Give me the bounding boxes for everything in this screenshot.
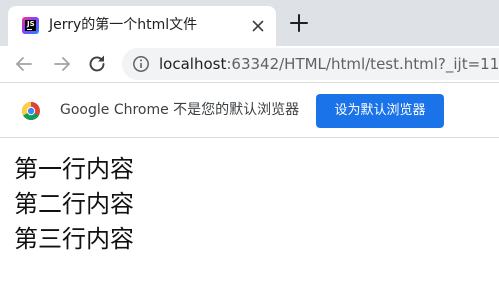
- content-line: 第一行内容: [14, 155, 134, 183]
- url-rest: :63342/HTML/html/test.html?_ijt=11m: [226, 55, 499, 73]
- info-icon[interactable]: [132, 55, 150, 73]
- active-tab[interactable]: JS Jerry的第一个html文件: [8, 6, 276, 46]
- page-content: 第一行内容 第二行内容 第三行内容: [14, 152, 134, 257]
- url-text[interactable]: localhost:63342/HTML/html/test.html?_ijt…: [159, 54, 499, 74]
- content-line: 第二行内容: [14, 190, 134, 218]
- address-bar[interactable]: localhost:63342/HTML/html/test.html?_ijt…: [122, 48, 499, 80]
- infobar-message: Google Chrome 不是您的默认浏览器: [60, 102, 300, 118]
- jetbrains-icon: JS: [22, 17, 39, 34]
- reload-icon[interactable]: [84, 51, 110, 77]
- content-line: 第三行内容: [14, 225, 134, 253]
- plus-icon[interactable]: [288, 12, 310, 34]
- favicon-text: JS: [27, 20, 35, 28]
- url-host: localhost: [159, 55, 227, 73]
- arrow-left-icon[interactable]: [11, 51, 37, 77]
- favicon-inner: JS: [25, 20, 36, 31]
- close-icon[interactable]: [248, 16, 268, 36]
- arrow-right-icon[interactable]: [49, 51, 75, 77]
- chrome-logo-icon: [22, 102, 40, 120]
- favicon-underline: [27, 29, 32, 30]
- set-default-browser-button[interactable]: 设为默认浏览器: [316, 94, 444, 128]
- toolbar: localhost:63342/HTML/html/test.html?_ijt…: [0, 46, 499, 82]
- tab-title: Jerry的第一个html文件: [49, 17, 198, 33]
- browser-window: JS Jerry的第一个html文件 localhost:63342/HTML/…: [0, 0, 499, 289]
- tab-strip: JS Jerry的第一个html文件: [0, 0, 499, 46]
- default-browser-infobar: Google Chrome 不是您的默认浏览器 设为默认浏览器: [0, 82, 499, 138]
